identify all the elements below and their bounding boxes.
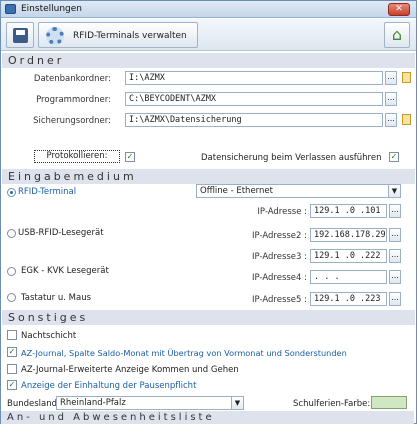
close-button[interactable]: ✕: [388, 3, 410, 16]
ip4-input[interactable]: . . .: [310, 270, 387, 284]
section-sonstiges: Sonstiges: [2, 310, 415, 325]
pausen-label: Anzeige der Einhaltung der Pausenpflicht: [21, 381, 197, 391]
keyboard-radio[interactable]: [7, 293, 16, 302]
nachtschicht-checkbox[interactable]: [7, 330, 17, 340]
prog-folder-label: Programmordner:: [36, 95, 111, 105]
section-ordner: Ordner: [2, 53, 415, 68]
backup-folder-browse-button[interactable]: ...: [385, 113, 397, 127]
chevron-down-icon: ▼: [231, 397, 243, 409]
ip3-label: IP-Adresse3 :: [252, 252, 307, 262]
backup-folder-input[interactable]: I:\AZMX\Datensicherung: [125, 113, 383, 127]
save-icon: [13, 28, 28, 43]
window-title: Einstellungen: [21, 4, 83, 14]
ip2-browse-button[interactable]: ...: [389, 228, 401, 242]
rfid-terminal-radio[interactable]: [7, 188, 16, 197]
backup-exit-checkbox[interactable]: ✓: [389, 152, 399, 162]
az-journal-extended-checkbox[interactable]: [7, 364, 17, 374]
settings-window: Einstellungen ✕ RFID-Terminals verwalten…: [0, 0, 417, 424]
toolbar: RFID-Terminals verwalten ⌂: [1, 19, 416, 51]
copy-icon[interactable]: [402, 72, 411, 83]
backup-folder-label: Sicherungsordner:: [33, 116, 111, 126]
save-button[interactable]: [6, 22, 34, 48]
ip1-browse-button[interactable]: ...: [389, 204, 401, 218]
ip4-browse-button[interactable]: ...: [389, 270, 401, 284]
ip5-label: IP-Adresse5 :: [252, 295, 307, 305]
egk-reader-label: EGK - KVK Lesegerät: [21, 266, 109, 276]
home-button[interactable]: ⌂: [384, 22, 410, 48]
egk-reader-radio[interactable]: [7, 267, 16, 276]
chevron-down-icon: ▼: [388, 185, 400, 197]
section-anwesenheitsliste: An- und Abwesenheitsliste: [1, 411, 414, 424]
ferien-color-label: Schulferien-Farbe:: [293, 399, 371, 409]
db-folder-browse-button[interactable]: ...: [385, 71, 397, 85]
pausen-checkbox[interactable]: ✓: [7, 380, 17, 390]
manage-rfid-button[interactable]: RFID-Terminals verwalten: [38, 22, 198, 48]
title-bar: Einstellungen ✕: [1, 1, 416, 18]
rfid-mode-value: Offline - Ethernet: [200, 186, 273, 196]
ip5-browse-button[interactable]: ...: [389, 292, 401, 306]
keyboard-label: Tastatur u. Maus: [21, 293, 92, 303]
ip1-input[interactable]: 129.1 .0 .101: [310, 204, 387, 218]
az-journal-saldo-label: AZ-Journal, Spalte Saldo-Monat mit Übert…: [21, 348, 347, 358]
usb-reader-label: USB-RFID-Lesegerät: [18, 228, 104, 238]
bundesland-select[interactable]: Rheinland-Pfalz ▼: [56, 396, 244, 410]
az-journal-extended-label: AZ-Journal-Erweiterte Anzeige Kommen und…: [21, 365, 239, 375]
ferien-color-swatch[interactable]: [371, 396, 407, 409]
manage-rfid-label: RFID-Terminals verwalten: [73, 31, 187, 41]
section-eingabemedium: Eingabemedium: [2, 169, 415, 184]
db-folder-label: Datenbankordner:: [33, 74, 111, 84]
ip2-input[interactable]: 192.168.178.29: [310, 228, 387, 242]
gear-icon: [46, 27, 64, 45]
prog-folder-input[interactable]: C:\BEYCODENT\AZMX: [125, 92, 383, 106]
app-icon: [5, 4, 16, 14]
copy-icon[interactable]: [402, 114, 411, 125]
protokollieren-checkbox[interactable]: ✓: [125, 152, 135, 162]
ip4-label: IP-Adresse4 :: [252, 273, 307, 283]
backup-exit-label: Datensicherung beim Verlassen ausführen: [201, 153, 382, 163]
rfid-terminal-label: RFID-Terminal: [18, 187, 77, 197]
home-icon: ⌂: [391, 25, 403, 44]
rfid-mode-select[interactable]: Offline - Ethernet ▼: [196, 184, 401, 198]
az-journal-saldo-checkbox[interactable]: ✓: [7, 347, 17, 357]
ip5-input[interactable]: 129.1 .0 .223: [310, 292, 387, 306]
bundesland-value: Rheinland-Pfalz: [60, 398, 126, 408]
ip1-label: IP-Adresse :: [257, 207, 307, 217]
ip3-input[interactable]: 129.1 .0 .222: [310, 249, 387, 263]
db-folder-input[interactable]: I:\AZMX: [125, 71, 383, 85]
prog-folder-browse-button[interactable]: ...: [385, 92, 397, 106]
ip3-browse-button[interactable]: ...: [389, 249, 401, 263]
nachtschicht-label: Nachtschicht: [21, 331, 77, 341]
bundesland-label: Bundesland: [7, 399, 58, 409]
protokollieren-label: Protokollieren:: [34, 150, 120, 163]
usb-reader-radio[interactable]: [7, 229, 16, 238]
ip2-label: IP-Adresse2 :: [252, 231, 307, 241]
